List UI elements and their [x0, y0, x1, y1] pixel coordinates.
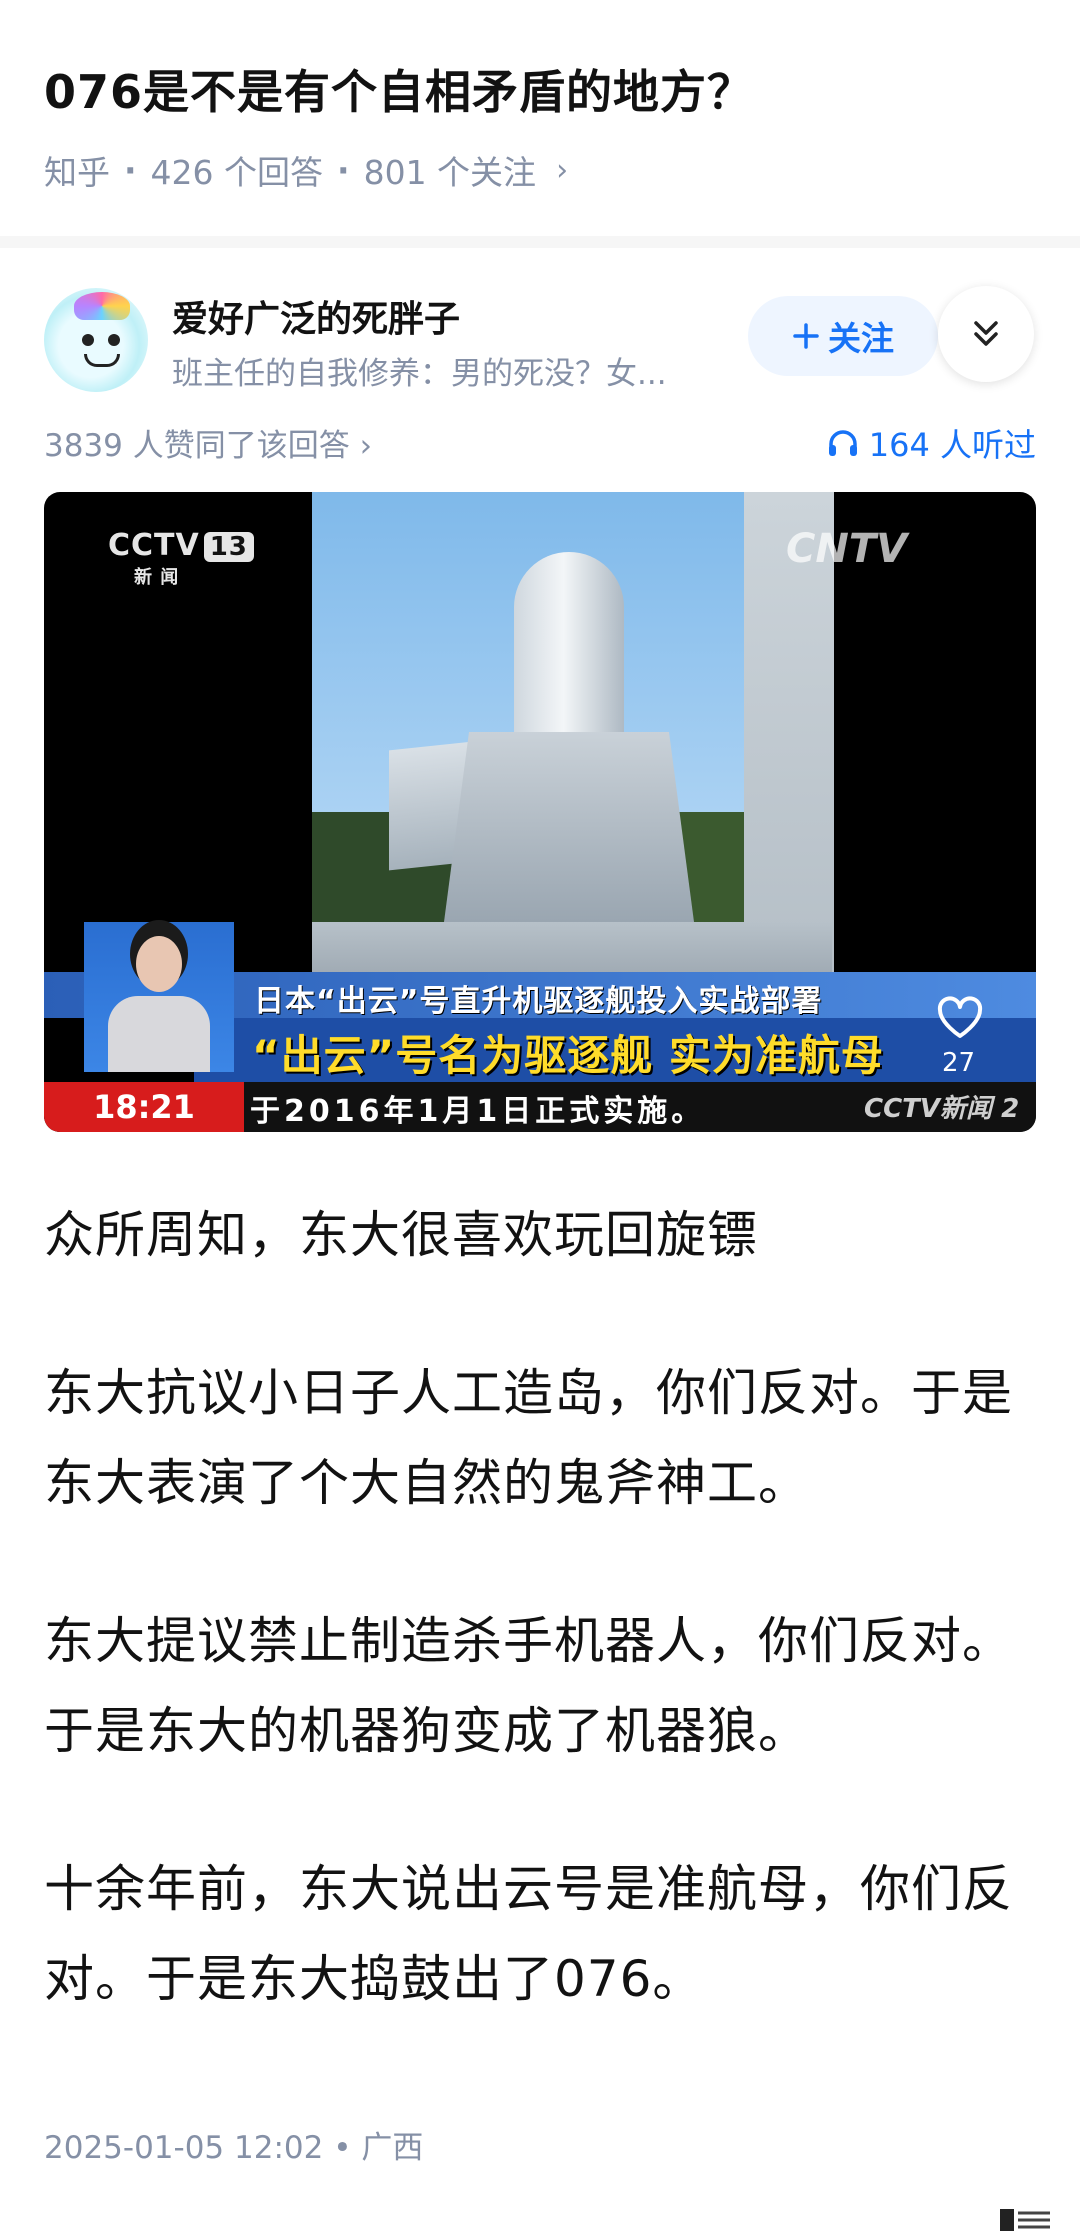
news-clock: 18:21	[44, 1082, 244, 1132]
chevron-right-icon: ›	[556, 152, 569, 188]
avatar[interactable]	[44, 288, 148, 392]
avatar-eye	[82, 334, 94, 346]
separator-dot: ·	[124, 150, 137, 190]
author-bio: 班主任的自我修养：男的死没？女...	[172, 356, 667, 392]
author-name[interactable]: 爱好广泛的死胖子	[172, 290, 460, 342]
listen-text: 164 人听过	[868, 426, 1036, 464]
follower-count: 801 个关注	[363, 153, 537, 192]
more-button[interactable]	[938, 286, 1034, 382]
answer-count: 426 个回答	[150, 153, 324, 192]
image-radome	[514, 552, 624, 742]
channel-number: 13	[203, 532, 254, 562]
anchor-head	[136, 936, 182, 992]
follow-button[interactable]: 关注	[748, 296, 938, 376]
agree-text: 3839 人赞同了该回答	[44, 428, 350, 464]
watermark-icon	[1000, 2209, 1050, 2231]
listen-count[interactable]: 164 人听过	[827, 420, 1036, 466]
body-paragraph: 十余年前，东大说出云号是准航母，你们反对。于是东大捣鼓出了076。	[44, 1860, 1013, 2008]
follow-label: 关注	[828, 319, 894, 358]
cntv-logo: CNTV	[786, 526, 908, 572]
headphones-icon	[828, 430, 857, 456]
question-meta[interactable]: 知乎 · 426 个回答 · 801 个关注 ›	[44, 146, 568, 194]
body-paragraph: 东大抗议小日子人工造岛，你们反对。于是东大表演了个大自然的鬼斧神工。	[44, 1364, 1013, 1512]
plus-icon	[793, 323, 819, 349]
answer-body: 众所周知，东大很喜欢玩回旋镖 东大抗议小日子人工造岛，你们反对。于是东大表演了个…	[44, 1190, 1044, 2092]
anchor-body	[108, 996, 210, 1072]
question-title[interactable]: 076是不是有个自相矛盾的地方？	[44, 56, 754, 122]
news-anchor	[84, 922, 234, 1072]
avatar-mouth	[84, 354, 120, 367]
caption-line2: “出云”号名为驱逐舰 实为准航母	[252, 1031, 884, 1080]
caption-line1: 日本“出云”号直升机驱逐舰投入实战部署	[254, 984, 823, 1019]
like-count: 27	[942, 1048, 976, 1078]
avatar-hair	[74, 292, 130, 320]
answer-image[interactable]: CCTV 13 新 闻 CNTV 日本“出云”号直升机驱逐舰投入实战部署 “出云”…	[44, 492, 1036, 1132]
author-row: 爱好广泛的死胖子 班主任的自我修养：男的死没？女... 关注	[0, 270, 1080, 400]
avatar-eye	[108, 334, 120, 346]
source-label: 知乎	[44, 153, 110, 192]
cctv-logo-sub: 新 闻	[134, 567, 180, 588]
agree-count[interactable]: 3839 人赞同了该回答 ›	[44, 420, 372, 465]
body-paragraph: 东大提议禁止制造杀手机器人，你们反对。于是东大的机器狗变成了机器狼。	[44, 1612, 1013, 1760]
separator-dot: ·	[337, 150, 350, 190]
body-paragraph: 众所周知，东大很喜欢玩回旋镖	[44, 1206, 758, 1264]
ticker-logo: CCTV新闻 2	[864, 1094, 1020, 1124]
cctv-logo-text: CCTV	[108, 528, 200, 563]
post-timestamp: 2025-01-05 12:02 • 广西	[44, 2130, 424, 2166]
cctv-logo: CCTV 13 新 闻	[108, 528, 254, 589]
answer-stats: 3839 人赞同了该回答 › 164 人听过	[44, 420, 1036, 466]
heart-icon[interactable]	[934, 992, 986, 1044]
image-turret	[444, 732, 694, 922]
news-ticker: 于2016年1月1日正式实施。	[250, 1094, 706, 1129]
question-header: 076是不是有个自相矛盾的地方？ 知乎 · 426 个回答 · 801 个关注 …	[0, 0, 1080, 248]
double-chevron-down-icon	[974, 321, 998, 346]
chevron-right-icon: ›	[359, 428, 373, 464]
